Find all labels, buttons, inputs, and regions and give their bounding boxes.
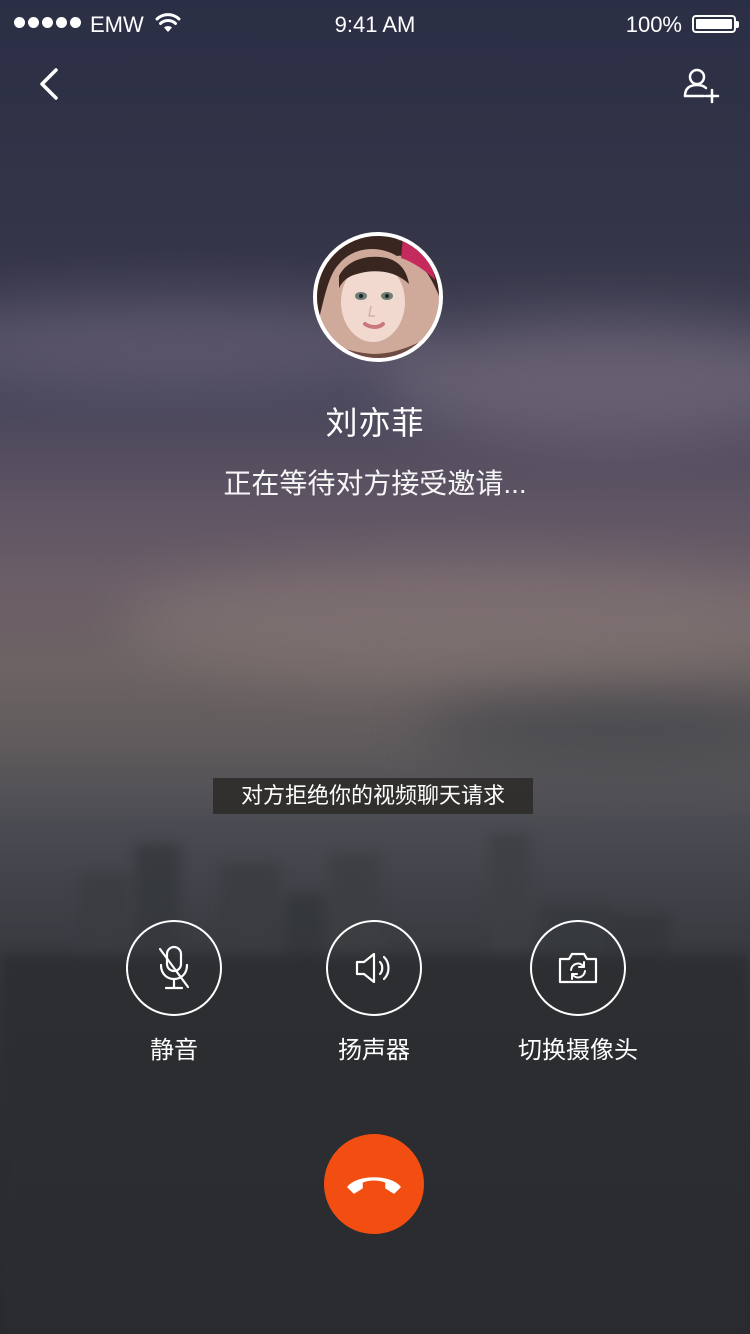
chevron-left-icon: [40, 68, 58, 100]
mute-button-ring: [126, 920, 222, 1016]
background-cloud: [420, 700, 750, 760]
mute-button[interactable]: 静音: [104, 920, 244, 1065]
speaker-button[interactable]: 扬声器: [304, 920, 444, 1065]
avatar-image: [317, 236, 439, 358]
microphone-off-icon: [158, 945, 190, 990]
call-status-text: 正在等待对方接受邀请...: [223, 468, 527, 499]
caller-name: 刘亦菲: [325, 405, 425, 441]
rejection-toast: 对方拒绝你的视频聊天请求: [213, 778, 533, 814]
video-call-screen: EMW 9:41 AM 100% 刘亦菲 正在等待对方接受邀请... 对方拒绝你…: [0, 0, 750, 1334]
hangup-button[interactable]: [324, 1134, 424, 1234]
add-contact-button[interactable]: [682, 62, 722, 106]
phone-hangup-icon: [347, 1177, 401, 1194]
speaker-label: 扬声器: [338, 1037, 410, 1064]
caller-avatar: [313, 232, 443, 362]
battery-icon: [692, 15, 739, 33]
switch-camera-icon: [558, 952, 598, 984]
back-button[interactable]: [30, 62, 70, 106]
background-cloud: [120, 560, 750, 680]
status-bar: EMW 9:41 AM 100%: [0, 0, 750, 52]
switch-camera-button[interactable]: 切换摄像头: [508, 920, 648, 1065]
switch-camera-label: 切换摄像头: [518, 1037, 638, 1064]
add-person-icon: [683, 68, 720, 104]
mute-label: 静音: [150, 1037, 198, 1064]
switch-camera-button-ring: [530, 920, 626, 1016]
battery-percent: 100%: [625, 12, 682, 37]
speaker-button-ring: [326, 920, 422, 1016]
speaker-icon: [355, 952, 390, 984]
background-skyline: [0, 800, 750, 1334]
